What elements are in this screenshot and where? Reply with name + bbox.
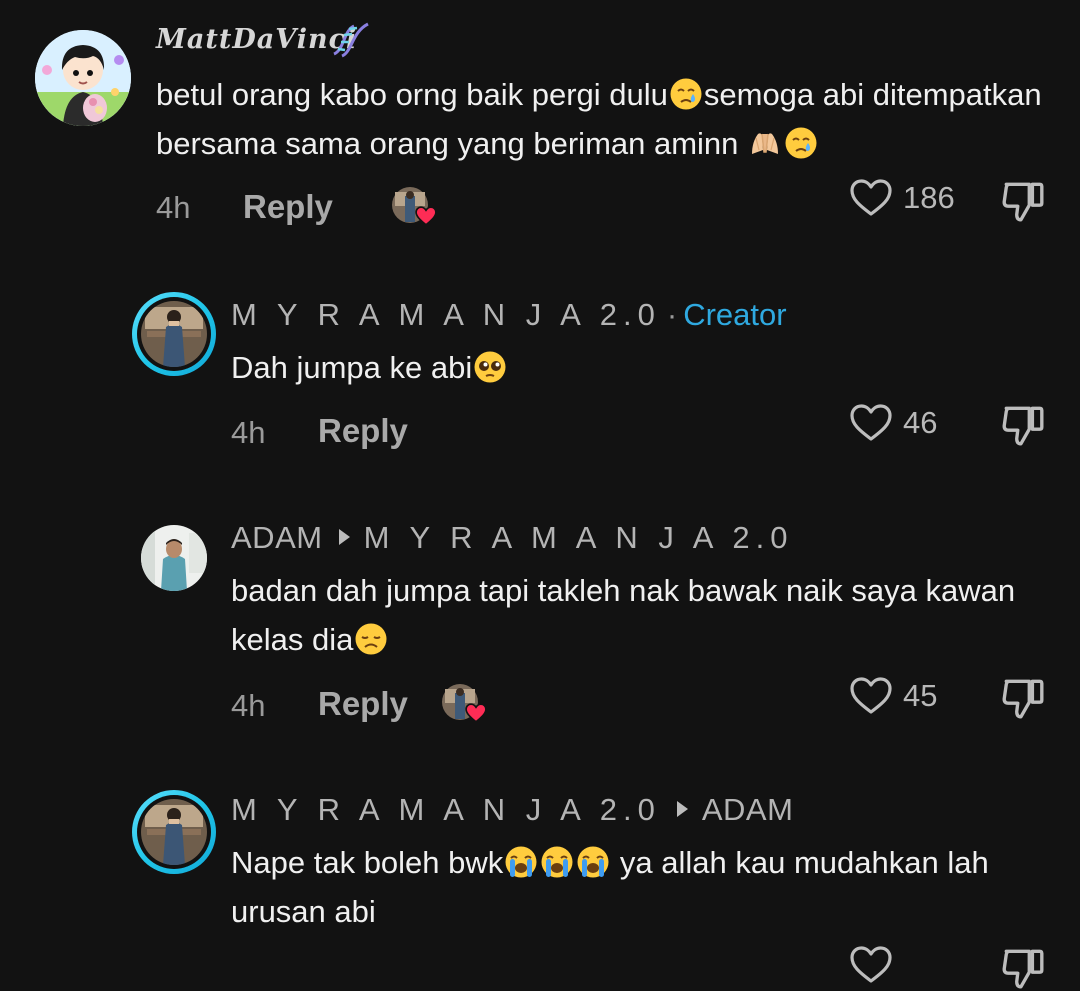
loudly-crying-face-emoji <box>504 845 538 879</box>
creator-liked-badge <box>391 186 429 224</box>
heart-outline-icon[interactable] <box>849 945 893 985</box>
avatar[interactable] <box>141 301 207 367</box>
timestamp: 4h <box>156 190 191 225</box>
like-count: 46 <box>903 405 938 440</box>
reply-button[interactable]: Reply <box>318 685 408 723</box>
heart-outline-icon <box>849 676 893 716</box>
like-button[interactable]: 45 <box>849 676 937 716</box>
folded-hands-emoji <box>748 126 782 160</box>
username[interactable]: M Y R A M A N J A 2.0 <box>231 792 661 827</box>
comment-item: MattDaVinci betul orang kabo orng baik p… <box>0 0 1080 250</box>
comment-text: Dah jumpa ke abi <box>231 343 1051 392</box>
separator: · <box>666 297 678 332</box>
loudly-crying-face-emoji <box>576 845 610 879</box>
dna-icon <box>333 22 369 58</box>
heart-outline-icon <box>849 403 893 443</box>
reply-to-username[interactable]: M Y R A M A N J A 2.0 <box>364 520 794 555</box>
heart-outline-icon <box>849 178 893 218</box>
thumbs-down-outline-icon[interactable] <box>1000 178 1046 224</box>
comment-header: ADAM M Y R A M A N J A 2.0 <box>231 520 793 556</box>
timestamp: 4h <box>231 415 266 450</box>
reply-to-username[interactable]: ADAM <box>702 792 794 827</box>
comment-header: M Y R A M A N J A 2.0 · Creator <box>231 297 787 333</box>
like-button[interactable]: 186 <box>849 178 955 218</box>
comment-text: Nape tak boleh bwk ya allah kau mudahkan… <box>231 845 989 929</box>
avatar[interactable] <box>141 799 207 865</box>
loudly-crying-face-emoji <box>540 845 574 879</box>
username[interactable]: M Y R A M A N J A 2.0 <box>231 297 661 332</box>
comment-item: M Y R A M A N J A 2.0 · Creator Dah jumpa … <box>0 250 1080 480</box>
username[interactable]: ADAM <box>231 520 323 555</box>
like-button[interactable]: 46 <box>849 403 937 443</box>
like-count: 45 <box>903 678 938 713</box>
thumbs-down-outline-icon[interactable] <box>1000 402 1046 448</box>
comment-text: betul orang kabo orng baik pergi dulu sem… <box>156 77 1042 161</box>
timestamp: 4h <box>231 688 266 723</box>
comment-text: badan dah jumpa tapi takleh nak bawak na… <box>231 573 1016 657</box>
thumbs-down-outline-icon[interactable] <box>1000 675 1046 721</box>
creator-heart-badge-icon <box>415 206 437 226</box>
face-with-tear-emoji <box>669 77 703 111</box>
reply-button[interactable]: Reply <box>243 188 333 226</box>
like-count: 186 <box>903 180 955 215</box>
face-with-tear-emoji <box>784 126 818 160</box>
comment-item: ADAM M Y R A M A N J A 2.0 badan dah jump… <box>0 480 1080 760</box>
disappointed-face-emoji <box>354 622 388 656</box>
reply-arrow-icon <box>338 529 350 545</box>
pleading-face-emoji <box>473 350 507 384</box>
comment-item: M Y R A M A N J A 2.0 ADAM Nape tak boleh… <box>0 760 1080 962</box>
reply-button[interactable]: Reply <box>318 412 408 450</box>
avatar[interactable] <box>35 30 131 126</box>
comment-header: M Y R A M A N J A 2.0 ADAM <box>231 792 793 828</box>
creator-badge: Creator <box>683 297 787 332</box>
reply-arrow-icon <box>676 801 688 817</box>
username[interactable]: MattDaVinci <box>156 24 357 55</box>
creator-heart-badge-icon <box>465 703 487 723</box>
creator-liked-badge <box>441 683 479 721</box>
thumbs-down-outline-icon[interactable] <box>1000 945 1046 991</box>
avatar[interactable] <box>141 525 207 591</box>
